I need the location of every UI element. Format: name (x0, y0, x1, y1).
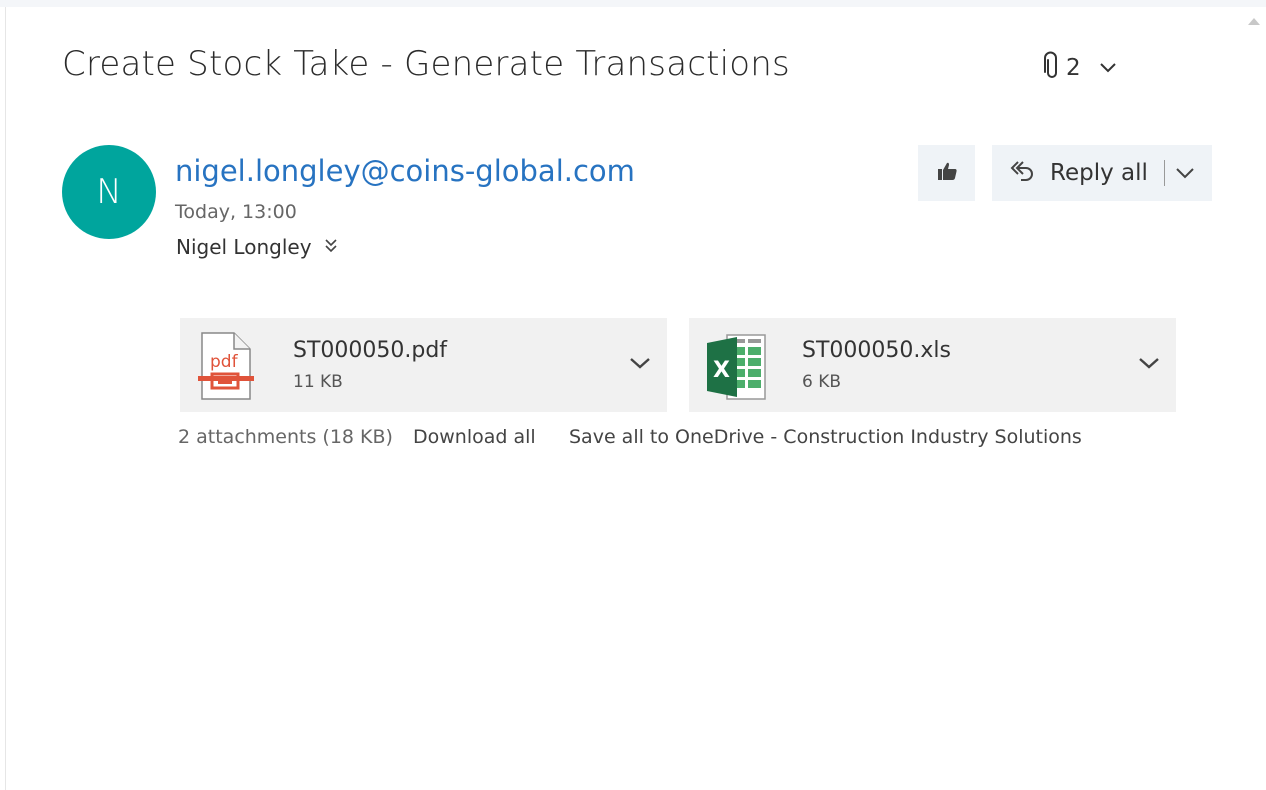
excel-file-icon: X (705, 331, 766, 401)
scroll-up-arrow-icon[interactable] (1248, 18, 1260, 25)
chevron-down-icon[interactable] (629, 355, 651, 374)
attachment-count: 2 (1066, 55, 1081, 81)
reply-all-icon (1008, 158, 1036, 188)
pane-divider (5, 7, 6, 790)
sender-email-link[interactable]: nigel.longley@coins-global.com (175, 154, 635, 188)
save-all-to-onedrive-link[interactable]: Save all to OneDrive - Construction Indu… (569, 426, 1082, 448)
recipient-name: Nigel Longley (176, 235, 312, 259)
reply-options-chevron-icon[interactable] (1175, 166, 1195, 180)
attachment-size: 6 KB (802, 372, 842, 392)
attachment-count-button[interactable]: 2 (1042, 50, 1117, 86)
pdf-file-icon: pdf (196, 331, 256, 401)
button-separator (1163, 160, 1165, 186)
message-subject: Create Stock Take - Generate Transaction… (62, 44, 790, 84)
attachment-size: 11 KB (293, 372, 343, 392)
attachment-card-xls[interactable]: X ST000050.xls 6 KB (689, 318, 1176, 412)
download-all-link[interactable]: Download all (413, 426, 536, 448)
attachments-summary: 2 attachments (18 KB) (178, 426, 393, 448)
sender-avatar[interactable]: N (62, 145, 156, 239)
chevron-down-icon[interactable] (1138, 355, 1160, 374)
avatar-initial: N (96, 172, 122, 212)
recipient-line[interactable]: Nigel Longley (176, 235, 338, 259)
thumbs-up-icon (935, 160, 959, 186)
paperclip-icon (1042, 51, 1062, 85)
reading-pane: Create Stock Take - Generate Transaction… (0, 0, 1266, 790)
attachment-name: ST000050.pdf (293, 338, 448, 363)
svg-text:X: X (713, 358, 730, 383)
reply-all-button[interactable]: Reply all (992, 145, 1212, 201)
sent-time: Today, 13:00 (175, 201, 297, 223)
attachment-name: ST000050.xls (802, 338, 951, 363)
like-button[interactable] (918, 145, 975, 201)
svg-text:pdf: pdf (210, 352, 239, 372)
chevron-down-icon (1099, 59, 1117, 78)
reply-all-label: Reply all (1050, 160, 1148, 186)
top-strip (0, 0, 1266, 7)
attachment-card-pdf[interactable]: pdf ST000050.pdf 11 KB (180, 318, 667, 412)
double-chevron-down-icon[interactable] (324, 235, 338, 259)
